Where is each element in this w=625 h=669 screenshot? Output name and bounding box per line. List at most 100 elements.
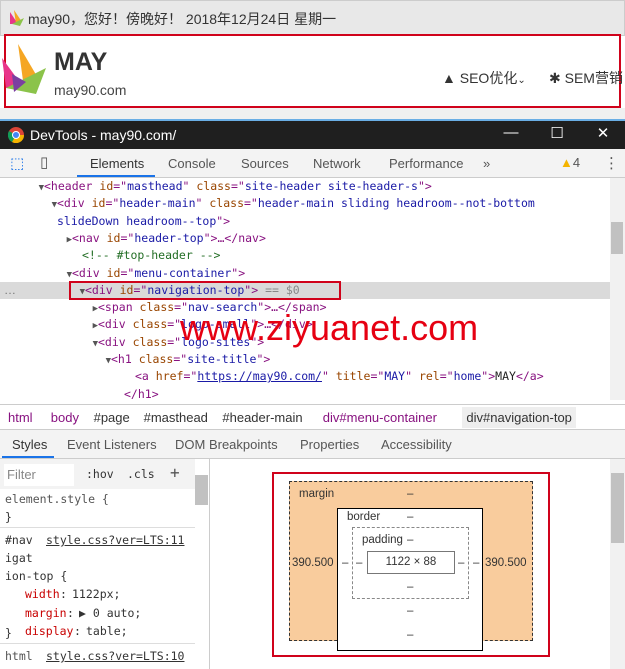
nav-seo[interactable]: ▲ SEO优化⌄ [442, 68, 526, 88]
css-value[interactable]: ▶ 0 auto; [79, 606, 141, 620]
site-logo[interactable] [2, 44, 46, 96]
breadcrumb-item[interactable]: body [51, 410, 79, 425]
dom-tree-row[interactable]: slideDown headroom--top"> [0, 213, 610, 230]
rule-source-link[interactable]: style.css?ver=LTS:11 [46, 533, 184, 547]
inspect-element-icon[interactable]: ⬚ [10, 154, 24, 172]
tree-scrollbar[interactable] [610, 178, 625, 400]
tree-token: href [155, 369, 184, 384]
tree-token: class [209, 196, 244, 211]
box-model-scrollbar[interactable] [610, 459, 625, 669]
cls-button[interactable]: .cls [127, 467, 155, 481]
dom-tree-row[interactable]: ▼<h1 class="site-title"> [0, 351, 610, 368]
margin-right: 390.500 [485, 557, 527, 569]
tab-performance[interactable]: Performance [389, 156, 463, 171]
breadcrumb-item[interactable]: #header-main [222, 410, 302, 425]
next-rule-source-link[interactable]: style.css?ver=LTS:10 [46, 649, 184, 663]
css-value[interactable]: table; [86, 624, 128, 638]
css-property[interactable]: width [25, 587, 60, 601]
element-style-selector: element.style { [5, 492, 109, 506]
dom-tree-row[interactable]: ▼<div id="header-main" class="header-mai… [0, 195, 610, 212]
breadcrumb-item[interactable]: #page [94, 410, 130, 425]
tree-token: header-main sliding headroom--not-bottom [257, 196, 535, 211]
dom-tree-row[interactable]: ▼<div id="menu-container"> [0, 265, 610, 282]
dom-tree-row[interactable]: <!-- #top-header --> [0, 247, 610, 264]
filter-row: Filter :hov .cls + [0, 459, 195, 489]
collapse-arrow-icon[interactable]: ▶ [0, 316, 98, 335]
tree-token: MAY [384, 369, 406, 384]
maximize-button[interactable]: ☐ [545, 124, 569, 142]
tree-token: title [335, 369, 371, 384]
tree-token: menu-container [134, 265, 232, 280]
tree-token: " [182, 179, 197, 193]
tree-token: =" [183, 369, 198, 384]
more-tabs-button[interactable]: » [483, 156, 490, 171]
dom-tree-row[interactable]: </h1> [0, 386, 610, 400]
dom-tree-row[interactable]: ▼<header id="masthead" class="site-heade… [0, 178, 610, 195]
devtools-titlebar: DevTools - may90.com/ — ☐ ✕ [0, 121, 625, 149]
site-logo-icon [10, 10, 24, 26]
dom-tree-row[interactable]: <a href="https://may90.com/" title="MAY"… [0, 368, 610, 385]
page-edge [0, 108, 625, 121]
css-property[interactable]: margin [25, 606, 67, 620]
site-domain: may90.com [54, 82, 127, 98]
expand-arrow-icon[interactable]: ▼ [0, 195, 57, 214]
tab-sources[interactable]: Sources [241, 156, 289, 171]
tab-properties[interactable]: Properties [300, 437, 359, 452]
highlight-box [69, 281, 341, 300]
expand-arrow-icon[interactable]: ▼ [0, 334, 98, 353]
hov-button[interactable]: :hov [86, 467, 114, 481]
margin-label: margin [299, 488, 335, 500]
tree-token: </h1> [124, 386, 159, 400]
tree-token: slideDown headroom--top [57, 213, 217, 228]
tab-network[interactable]: Network [313, 156, 361, 171]
watermark: www.ziyuanet.com [180, 307, 479, 348]
more-options-icon[interactable]: ⋮ [604, 154, 619, 172]
css-colon: : [60, 587, 67, 601]
css-value[interactable]: 1122px; [72, 587, 120, 601]
tree-token: =" [230, 179, 245, 193]
close-button[interactable]: ✕ [591, 124, 615, 142]
tab-styles[interactable]: Styles [12, 437, 47, 452]
collapse-arrow-icon[interactable]: ▶ [0, 230, 72, 249]
tab-elements[interactable]: Elements [90, 156, 144, 171]
minimize-button[interactable]: — [499, 124, 523, 141]
css-colon: : [67, 605, 74, 620]
expand-arrow-icon[interactable]: ▼ [0, 351, 111, 370]
css-colon: : [74, 624, 81, 638]
tab-event-listeners[interactable]: Event Listeners [67, 437, 157, 452]
chevron-down-icon: ⌄ [517, 75, 526, 86]
tree-token: id [106, 265, 121, 280]
breadcrumb-item[interactable]: div#navigation-top [462, 407, 576, 428]
tree-token: <!-- #top-header --> [82, 248, 221, 263]
dom-tree-row[interactable]: ▶<nav id="header-top">…</nav> [0, 230, 610, 247]
box-content[interactable]: 1122 × 88 [367, 551, 455, 574]
breadcrumb-item[interactable]: html [8, 410, 33, 425]
tab-console[interactable]: Console [168, 156, 216, 171]
scrollbar-thumb[interactable] [611, 473, 624, 543]
greeting-text: may90，您好！傍晚好！ 2018年12月24日 星期一 [28, 11, 337, 27]
filter-input[interactable]: Filter [4, 464, 74, 486]
styles-scrollbar-thumb[interactable] [195, 475, 208, 505]
expand-arrow-icon[interactable]: ▼ [0, 178, 44, 197]
breadcrumb-item[interactable]: #masthead [144, 410, 208, 425]
tree-token: <div [98, 317, 133, 332]
warnings-badge[interactable]: ▲4 [560, 155, 580, 170]
tree-token: <div [72, 265, 107, 280]
expand-arrow-icon[interactable]: ▼ [0, 265, 72, 284]
tree-token: class [132, 317, 168, 332]
row-ellipsis[interactable]: … [4, 283, 16, 297]
rule-selector-1: #nav [5, 533, 33, 547]
device-toolbar-icon[interactable]: ▯ [40, 153, 48, 171]
site-title[interactable]: MAY [54, 48, 107, 77]
tab-dom-breakpoints[interactable]: DOM Breakpoints [175, 437, 278, 452]
tree-token: =" [244, 196, 258, 211]
tree-token: =" [120, 230, 135, 245]
tree-scrollbar-thumb[interactable] [611, 222, 623, 254]
nav-sem[interactable]: ✱ SEM营销 [549, 68, 623, 88]
collapse-arrow-icon[interactable]: ▶ [0, 299, 98, 318]
css-property[interactable]: display [25, 624, 73, 638]
tab-accessibility[interactable]: Accessibility [381, 437, 452, 452]
breadcrumb-item[interactable]: div#menu-container [323, 410, 437, 425]
add-rule-button[interactable]: + [170, 463, 180, 482]
tree-token[interactable]: https://may90.com/ [197, 369, 322, 383]
